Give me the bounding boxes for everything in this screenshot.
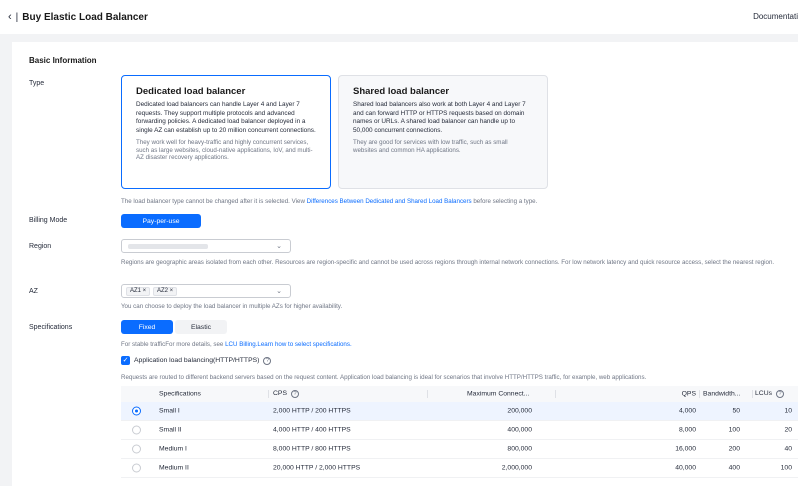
spec-cps: 2,000 HTTP / 200 HTTPS [273, 407, 351, 415]
spec-qps: 8,000 [678, 426, 696, 434]
radio-unselected-icon[interactable] [132, 463, 141, 473]
type-label: Type [29, 80, 45, 87]
spec-name: Small I [159, 407, 180, 415]
column-divider [268, 390, 269, 398]
region-label: Region [29, 243, 52, 250]
spec-elastic-tab[interactable]: Elastic [175, 320, 227, 334]
col-header-cps: CPS? [273, 390, 299, 398]
spec-lcus: 10 [784, 407, 792, 415]
spec-hint-text: For stable trafficFor more details, see [121, 341, 226, 348]
col-header-max-connections: Maximum Connect... [467, 390, 530, 398]
help-icon[interactable]: ? [776, 390, 784, 398]
page-title: Buy Elastic Load Balancer [22, 11, 148, 23]
col-header-lcus: LCUs? [755, 390, 784, 398]
chevron-down-icon: ⌄ [276, 288, 282, 295]
checkbox-checked-icon[interactable]: ✓ [121, 356, 130, 365]
spec-lcus: 20 [784, 426, 792, 434]
radio-unselected-icon[interactable] [132, 425, 141, 435]
region-hint: Regions are geographic areas isolated fr… [121, 259, 775, 266]
table-row[interactable]: Small I 2,000 HTTP / 200 HTTPS 200,000 4… [121, 402, 798, 421]
table-header: Specifications CPS? Maximum Connect... Q… [121, 386, 798, 402]
spec-name: Small II [159, 426, 182, 434]
radio-selected-icon[interactable] [132, 406, 141, 416]
documentation-link[interactable]: Documentati [753, 12, 798, 21]
shared-lb-title: Shared load balancer [353, 86, 450, 97]
alb-label: Application load balancing(HTTP/HTTPS) [134, 357, 260, 364]
spec-qps: 16,000 [675, 445, 696, 453]
billing-mode-label: Billing Mode [29, 217, 68, 224]
col-header-cps-text: CPS [273, 390, 287, 397]
pay-per-use-button[interactable]: Pay-per-use [121, 214, 201, 228]
type-hint: The load balancer type cannot be changed… [121, 198, 537, 206]
help-icon[interactable]: ? [263, 356, 272, 365]
spec-hint: For stable trafficFor more details, see … [121, 341, 352, 349]
lcu-billing-link[interactable]: LCU Billing. [225, 341, 257, 348]
spec-lcus: 100 [780, 464, 792, 472]
title-separator: | [15, 11, 19, 23]
dedicated-lb-desc: Dedicated load balancers can handle Laye… [136, 101, 316, 134]
spec-lcus: 40 [784, 445, 792, 453]
alb-hint: Requests are routed to different backend… [121, 374, 647, 381]
col-header-lcus-text: LCUs [755, 390, 772, 397]
select-specs-link[interactable]: Learn how to select specifications. [257, 341, 351, 348]
dedicated-lb-note: They work well for heavy-traffic and hig… [136, 139, 313, 162]
shared-lb-desc: Shared load balancers also work at both … [353, 101, 526, 134]
dedicated-lb-title: Dedicated load balancer [136, 86, 246, 97]
table-row[interactable]: Medium I 8,000 HTTP / 800 HTTPS 800,000 … [121, 440, 798, 459]
dedicated-lb-card[interactable]: Dedicated load balancer Dedicated load b… [121, 75, 331, 189]
spec-bandwidth: 200 [728, 445, 740, 453]
spec-cps: 8,000 HTTP / 800 HTTPS [273, 445, 351, 453]
az-tag[interactable]: AZ1 × [126, 287, 151, 296]
column-divider [555, 390, 556, 398]
spec-max-connections: 200,000 [507, 407, 532, 415]
spec-bandwidth: 100 [728, 426, 740, 434]
spec-cps: 20,000 HTTP / 2,000 HTTPS [273, 464, 361, 472]
spec-name: Medium I [159, 445, 187, 453]
col-header-bandwidth: Bandwidth... [703, 390, 741, 398]
column-divider [752, 390, 753, 398]
shared-lb-card[interactable]: Shared load balancer Shared load balance… [338, 75, 548, 189]
back-chevron-icon[interactable]: ‹ [8, 11, 12, 23]
col-header-qps: QPS [681, 390, 696, 398]
spec-qps: 4,000 [678, 407, 696, 415]
spec-max-connections: 400,000 [507, 426, 532, 434]
help-icon[interactable]: ? [290, 390, 299, 398]
spec-name: Medium II [159, 464, 189, 472]
spec-max-connections: 2,000,000 [501, 464, 532, 472]
az-hint: You can choose to deploy the load balanc… [121, 303, 343, 310]
type-hint-text-end: before selecting a type. [471, 198, 538, 205]
alb-checkbox-row[interactable]: ✓ Application load balancing(HTTP/HTTPS)… [121, 356, 272, 365]
chevron-down-icon: ⌄ [276, 243, 282, 250]
az-select[interactable]: AZ1 × AZ2 × ⌄ [121, 284, 291, 298]
region-value-redacted [128, 244, 208, 249]
lb-differences-link[interactable]: Differences Between Dedicated and Shared… [307, 198, 472, 205]
az-label: AZ [29, 288, 38, 295]
az-tag[interactable]: AZ2 × [153, 287, 178, 296]
shared-lb-note: They are good for services with low traf… [353, 139, 508, 154]
col-header-specifications: Specifications [159, 390, 201, 398]
specifications-label: Specifications [29, 324, 73, 331]
spec-fixed-tab[interactable]: Fixed [121, 320, 173, 334]
specifications-table: Specifications CPS? Maximum Connect... Q… [121, 386, 798, 478]
section-title: Basic Information [29, 56, 97, 65]
table-row[interactable]: Medium II 20,000 HTTP / 2,000 HTTPS 2,00… [121, 459, 798, 478]
basic-info-card: Basic Information Type Dedicated load ba… [12, 42, 798, 486]
spec-cps: 4,000 HTTP / 400 HTTPS [273, 426, 351, 434]
type-hint-text: The load balancer type cannot be changed… [121, 198, 307, 205]
top-bar: ‹ | Buy Elastic Load Balancer Documentat… [0, 0, 798, 34]
spec-bandwidth: 50 [732, 407, 740, 415]
spec-max-connections: 800,000 [507, 445, 532, 453]
column-divider [427, 390, 428, 398]
radio-unselected-icon[interactable] [132, 444, 141, 454]
column-divider [699, 390, 700, 398]
spec-bandwidth: 400 [728, 464, 740, 472]
spec-qps: 40,000 [675, 464, 696, 472]
table-row[interactable]: Small II 4,000 HTTP / 400 HTTPS 400,000 … [121, 421, 798, 440]
region-select[interactable]: ⌄ [121, 239, 291, 253]
